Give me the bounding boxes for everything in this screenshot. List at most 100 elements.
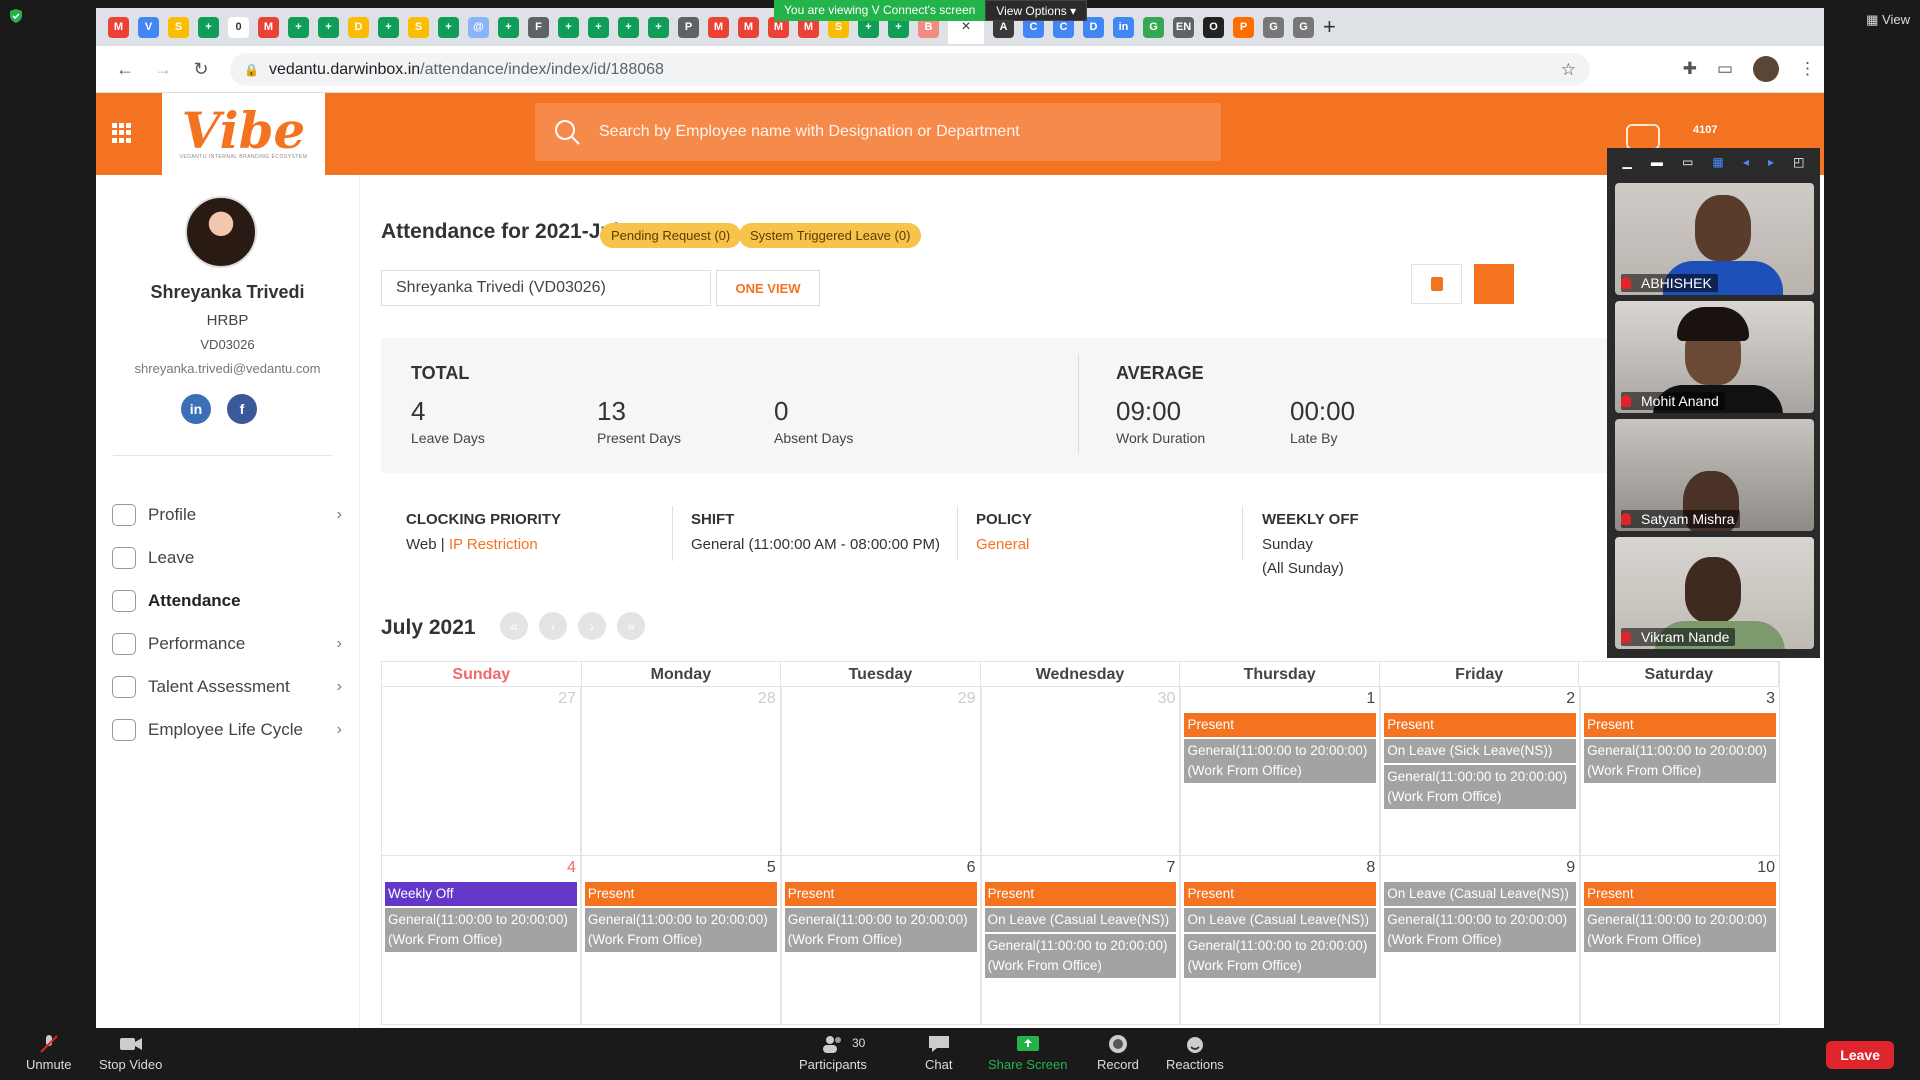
- calendar-day-cell[interactable]: 2 Present On Leave (Sick Leave(NS)) General…: [1380, 687, 1581, 856]
- calendar-day-cell[interactable]: 7 Present On Leave (Casual Leave(NS)) Gener…: [980, 856, 1181, 1025]
- unmute-button[interactable]: Unmute: [26, 1034, 72, 1072]
- view-button[interactable]: ▦ View: [1866, 12, 1910, 28]
- calendar-day-cell[interactable]: 5 Present General(11:00:00 to 20:00:00) (W…: [580, 856, 781, 1025]
- calendar-day-cell[interactable]: 6 Present General(11:00:00 to 20:00:00) (W…: [780, 856, 981, 1025]
- page-next-icon[interactable]: ▸: [1768, 155, 1774, 169]
- minimize-icon[interactable]: ▁: [1623, 155, 1632, 169]
- attendance-event[interactable]: Present: [1584, 882, 1777, 906]
- prev-year-button[interactable]: «: [500, 612, 528, 640]
- browser-tab[interactable]: F: [528, 16, 549, 38]
- ip-restriction-link[interactable]: IP Restriction: [449, 536, 538, 553]
- stop-video-button[interactable]: Stop Video: [99, 1034, 162, 1072]
- attendance-event[interactable]: General(11:00:00 to 20:00:00) (Work From…: [1584, 739, 1777, 783]
- browser-tab[interactable]: P: [1233, 16, 1254, 38]
- sidebar-item-leave[interactable]: Leave: [112, 536, 342, 579]
- gallery-view-icon[interactable]: ▦: [1712, 155, 1723, 169]
- browser-tab[interactable]: M: [108, 16, 129, 38]
- browser-tab[interactable]: +: [318, 16, 339, 38]
- system-leave-badge[interactable]: System Triggered Leave (0): [739, 223, 922, 248]
- calendar-day-cell[interactable]: 9 On Leave (Casual Leave(NS)) General(11:0…: [1380, 856, 1581, 1025]
- browser-tab[interactable]: G: [1143, 16, 1164, 38]
- browser-tab[interactable]: +: [198, 16, 219, 38]
- browser-tab[interactable]: S: [408, 16, 429, 38]
- attendance-event[interactable]: General(11:00:00 to 20:00:00) (Work From…: [1584, 908, 1777, 952]
- speaker-view-icon[interactable]: ▭: [1682, 155, 1693, 169]
- vibe-logo[interactable]: Vibe VEDANTU INTERNAL BRANDING ECOSYSTEM: [162, 93, 325, 175]
- browser-tab[interactable]: +: [378, 16, 399, 38]
- leave-meeting-button[interactable]: Leave: [1826, 1041, 1894, 1069]
- attendance-event[interactable]: Present: [984, 882, 1177, 906]
- browser-tab[interactable]: V: [138, 16, 159, 38]
- attendance-event[interactable]: On Leave (Casual Leave(NS)): [1184, 908, 1377, 932]
- calendar-day-cell[interactable]: 29: [780, 687, 981, 856]
- menu-kebab-icon[interactable]: ⋮: [1799, 59, 1816, 79]
- security-shield-icon[interactable]: [8, 8, 24, 24]
- extensions-icon[interactable]: ✚: [1683, 59, 1697, 79]
- clock-icon[interactable]: [1626, 124, 1660, 150]
- sidebar-item-attendance[interactable]: Attendance: [112, 579, 342, 622]
- browser-tab[interactable]: +: [498, 16, 519, 38]
- browser-tab[interactable]: O: [1203, 16, 1224, 38]
- sidebar-item-talent-assessment[interactable]: Talent Assessment ›: [112, 665, 342, 708]
- calendar-day-cell[interactable]: 10 Present General(11:00:00 to 20:00:00) (…: [1580, 856, 1781, 1025]
- browser-tab[interactable]: EN: [1173, 16, 1194, 38]
- attendance-event[interactable]: Present: [584, 882, 777, 906]
- page-prev-icon[interactable]: ◂: [1743, 155, 1749, 169]
- pending-request-badge[interactable]: Pending Request (0): [600, 223, 742, 248]
- linkedin-icon[interactable]: in: [181, 394, 211, 424]
- attendance-event[interactable]: Present: [1184, 713, 1377, 737]
- browser-tab[interactable]: 0: [228, 16, 249, 38]
- policy-link[interactable]: General: [976, 536, 1029, 553]
- sidebar-item-performance[interactable]: Performance ›: [112, 622, 342, 665]
- browser-tab[interactable]: @: [468, 16, 489, 38]
- browser-tab[interactable]: M: [258, 16, 279, 38]
- cast-icon[interactable]: ▭: [1717, 59, 1733, 79]
- forward-button[interactable]: →: [144, 59, 182, 80]
- browser-tab[interactable]: P: [678, 16, 699, 38]
- export-document-button[interactable]: [1411, 264, 1462, 304]
- attendance-event[interactable]: General(11:00:00 to 20:00:00) (Work From…: [385, 908, 577, 952]
- reactions-button[interactable]: Reactions: [1166, 1034, 1224, 1072]
- browser-tab[interactable]: +: [438, 16, 459, 38]
- attendance-event[interactable]: General(11:00:00 to 20:00:00) (Work From…: [984, 934, 1177, 978]
- prev-month-button[interactable]: ‹: [539, 612, 567, 640]
- facebook-icon[interactable]: f: [227, 394, 257, 424]
- browser-tab[interactable]: in: [1113, 16, 1134, 38]
- profile-avatar[interactable]: [1753, 56, 1779, 82]
- attendance-event[interactable]: Present: [1584, 713, 1777, 737]
- attendance-event[interactable]: General(11:00:00 to 20:00:00) (Work From…: [1184, 934, 1377, 978]
- next-month-button[interactable]: ›: [578, 612, 606, 640]
- calendar-day-cell[interactable]: 30: [980, 687, 1181, 856]
- calendar-day-cell[interactable]: 27: [381, 687, 581, 856]
- calendar-day-cell[interactable]: 4 Weekly Off General(11:00:00 to 20:00:00)…: [381, 856, 581, 1025]
- employee-search[interactable]: Search by Employee name with Designation…: [535, 103, 1221, 161]
- hide-video-icon[interactable]: ▬: [1651, 155, 1663, 169]
- attendance-event[interactable]: On Leave (Casual Leave(NS)): [1384, 882, 1577, 906]
- calendar-day-cell[interactable]: 1 Present General(11:00:00 to 20:00:00) (W…: [1180, 687, 1381, 856]
- chat-button[interactable]: Chat: [925, 1034, 952, 1072]
- browser-tab[interactable]: M: [708, 16, 729, 38]
- browser-tab[interactable]: +: [588, 16, 609, 38]
- calendar-button[interactable]: [1474, 264, 1514, 304]
- calendar-day-cell[interactable]: 28: [580, 687, 781, 856]
- attendance-event[interactable]: General(11:00:00 to 20:00:00) (Work From…: [784, 908, 977, 952]
- reload-button[interactable]: ↻: [182, 59, 220, 80]
- sidebar-item-profile[interactable]: Profile ›: [112, 493, 342, 536]
- notification-bell-icon[interactable]: 4107: [1693, 124, 1717, 136]
- browser-tab[interactable]: +: [288, 16, 309, 38]
- attendance-event[interactable]: General(11:00:00 to 20:00:00) (Work From…: [584, 908, 777, 952]
- url-field[interactable]: 🔒 vedantu.darwinbox.in/attendance/index/…: [230, 53, 1590, 86]
- attendance-event[interactable]: Present: [1184, 882, 1377, 906]
- attendance-event[interactable]: Present: [784, 882, 977, 906]
- browser-tab[interactable]: +: [558, 16, 579, 38]
- pop-out-icon[interactable]: ◰: [1793, 155, 1804, 169]
- browser-tab[interactable]: G: [1263, 16, 1284, 38]
- record-button[interactable]: Record: [1097, 1034, 1139, 1072]
- participant-tile[interactable]: Mohit Anand: [1615, 301, 1814, 413]
- attendance-event[interactable]: On Leave (Casual Leave(NS)): [984, 908, 1177, 932]
- browser-tab[interactable]: M: [738, 16, 759, 38]
- employee-select[interactable]: Shreyanka Trivedi (VD03026): [381, 270, 711, 306]
- browser-tab[interactable]: +: [618, 16, 639, 38]
- share-screen-button[interactable]: Share Screen: [988, 1034, 1068, 1072]
- one-view-button[interactable]: ONE VIEW: [716, 270, 820, 306]
